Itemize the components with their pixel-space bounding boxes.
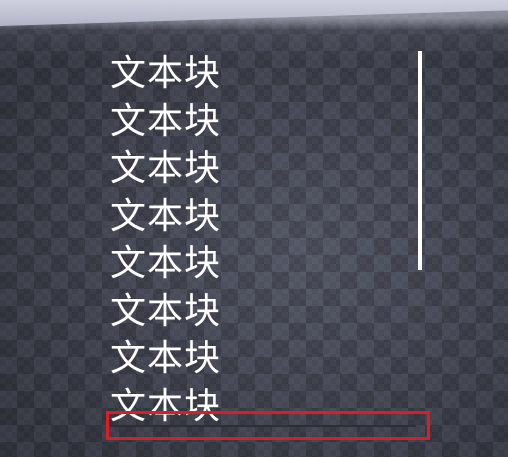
list-item: 文本块 — [110, 195, 222, 237]
list-item: 文本块 — [110, 100, 222, 142]
list-item: 文本块 — [110, 53, 222, 94]
list-item: 文本块 — [110, 338, 222, 379]
horizontal-scrollbar-highlight[interactable] — [106, 411, 430, 440]
list-item: 文本块 — [110, 243, 222, 284]
vertical-scrollbar[interactable] — [418, 51, 422, 270]
scroll-view[interactable]: 文本块 文本块 文本块 文本块 文本块 文本块 文本块 文本块 — [110, 50, 410, 430]
list-item: 文本块 — [110, 290, 222, 332]
list-item: 文本块 — [110, 148, 222, 189]
scene-viewport: 文本块 文本块 文本块 文本块 文本块 文本块 文本块 文本块 — [0, 0, 508, 457]
sky-background — [0, 0, 508, 26]
